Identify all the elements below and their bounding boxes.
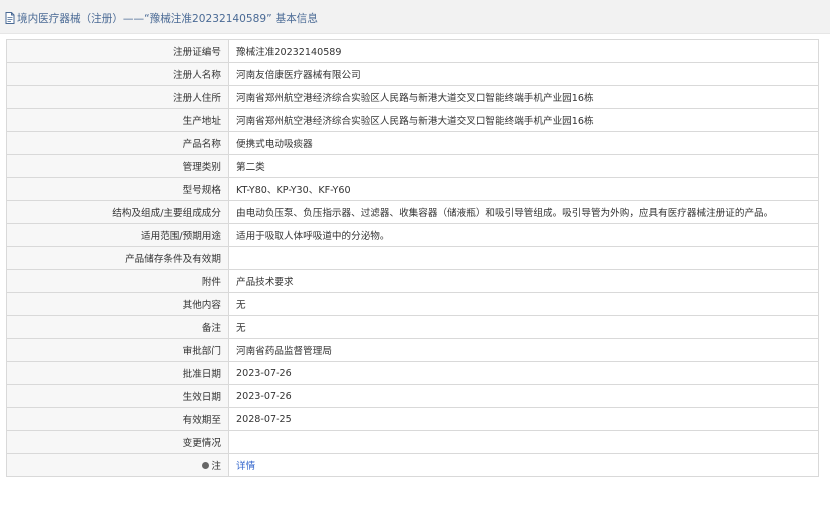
row-label: 适用范围/预期用途 xyxy=(6,223,229,247)
pin-icon xyxy=(202,461,210,469)
row-label: 注册证编号 xyxy=(6,39,229,63)
table-row: 其他内容无 xyxy=(6,292,819,316)
row-label: 产品名称 xyxy=(6,131,229,155)
row-label: 结构及组成/主要组成成分 xyxy=(6,200,229,224)
row-label: 附件 xyxy=(6,269,229,293)
details-link[interactable]: 详情 xyxy=(236,461,255,472)
row-label: 变更情况 xyxy=(6,430,229,454)
row-value: 河南友倍康医疗器械有限公司 xyxy=(228,62,819,86)
title-prefix: 境内医疗器械（注册）—— xyxy=(17,12,145,25)
table-row: 变更情况 xyxy=(6,430,819,454)
row-value: 豫械注准20232140589 xyxy=(228,39,819,63)
table-row: 管理类别 第二类 xyxy=(6,154,819,178)
page-header: 境内医疗器械（注册）—— “豫械注准20232140589” 基本信息 xyxy=(0,0,830,34)
row-label: 型号规格 xyxy=(6,177,229,201)
table-row: 生产地址 河南省郑州航空港经济综合实验区人民路与新港大道交叉口智能终端手机产业园1… xyxy=(6,108,819,132)
row-value: 河南省郑州航空港经济综合实验区人民路与新港大道交叉口智能终端手机产业园16栋 xyxy=(228,85,819,109)
table-row: 适用范围/预期用途 适用于吸取人体呼吸道中的分泌物。 xyxy=(6,223,819,247)
table-row: 备注无 xyxy=(6,315,819,339)
table-row: 有效期至 2028-07-25 xyxy=(6,407,819,431)
row-label: 注册人住所 xyxy=(6,85,229,109)
row-value: 2023-07-26 xyxy=(228,384,819,408)
row-value: 便携式电动吸痰器 xyxy=(228,131,819,155)
table-row: 注册人名称 河南友倍康医疗器械有限公司 xyxy=(6,62,819,86)
row-label: 有效期至 xyxy=(6,407,229,431)
row-value: 详情 xyxy=(228,453,819,477)
row-label: 备注 xyxy=(6,315,229,339)
note-label: 注 xyxy=(211,461,221,472)
row-value: 适用于吸取人体呼吸道中的分泌物。 xyxy=(228,223,819,247)
row-label: 审批部门 xyxy=(6,338,229,362)
table-row: 注册人住所 河南省郑州航空港经济综合实验区人民路与新港大道交叉口智能终端手机产业园… xyxy=(6,85,819,109)
row-value: 产品技术要求 xyxy=(228,269,819,293)
row-label: 产品储存条件及有效期 xyxy=(6,246,229,270)
row-value: 2023-07-26 xyxy=(228,361,819,385)
row-value: 2028-07-25 xyxy=(228,407,819,431)
row-value: KT-Y80、KP-Y30、KF-Y60 xyxy=(228,177,819,201)
row-value: 由电动负压泵、负压指示器、过滤器、收集容器（储液瓶）和吸引导管组成。吸引导管为外… xyxy=(228,200,819,224)
table-row: 产品储存条件及有效期 xyxy=(6,246,819,270)
row-value: 河南省药品监督管理局 xyxy=(228,338,819,362)
row-label: 其他内容 xyxy=(6,292,229,316)
detail-table: 注册证编号 豫械注准20232140589 注册人名称 河南友倍康医疗器械有限公司 注册… xyxy=(6,39,819,477)
row-value xyxy=(228,430,819,454)
document-icon xyxy=(5,12,15,24)
row-value: 无 xyxy=(228,315,819,339)
row-label: 管理类别 xyxy=(6,154,229,178)
row-label: 生效日期 xyxy=(6,384,229,408)
row-label: 注册人名称 xyxy=(6,62,229,86)
page-title: 境内医疗器械（注册）—— “豫械注准20232140589” 基本信息 xyxy=(5,10,318,26)
table-row-note: 注 详情 xyxy=(6,453,819,477)
row-value: 河南省郑州航空港经济综合实验区人民路与新港大道交叉口智能终端手机产业园16栋 xyxy=(228,108,819,132)
registration-number-title: “豫械注准20232140589” xyxy=(144,12,272,25)
row-label: 生产地址 xyxy=(6,108,229,132)
table-row: 结构及组成/主要组成成分 由电动负压泵、负压指示器、过滤器、收集容器（储液瓶）和吸… xyxy=(6,200,819,224)
table-row: 生效日期 2023-07-26 xyxy=(6,384,819,408)
row-value: 第二类 xyxy=(228,154,819,178)
table-row: 审批部门 河南省药品监督管理局 xyxy=(6,338,819,362)
table-row: 附件 产品技术要求 xyxy=(6,269,819,293)
title-suffix: 基本信息 xyxy=(275,12,318,25)
row-value xyxy=(228,246,819,270)
table-row: 产品名称 便携式电动吸痰器 xyxy=(6,131,819,155)
row-value: 无 xyxy=(228,292,819,316)
row-label: 注 xyxy=(6,453,229,477)
row-label: 批准日期 xyxy=(6,361,229,385)
table-row: 型号规格 KT-Y80、KP-Y30、KF-Y60 xyxy=(6,177,819,201)
table-row: 注册证编号 豫械注准20232140589 xyxy=(6,39,819,63)
table-row: 批准日期 2023-07-26 xyxy=(6,361,819,385)
